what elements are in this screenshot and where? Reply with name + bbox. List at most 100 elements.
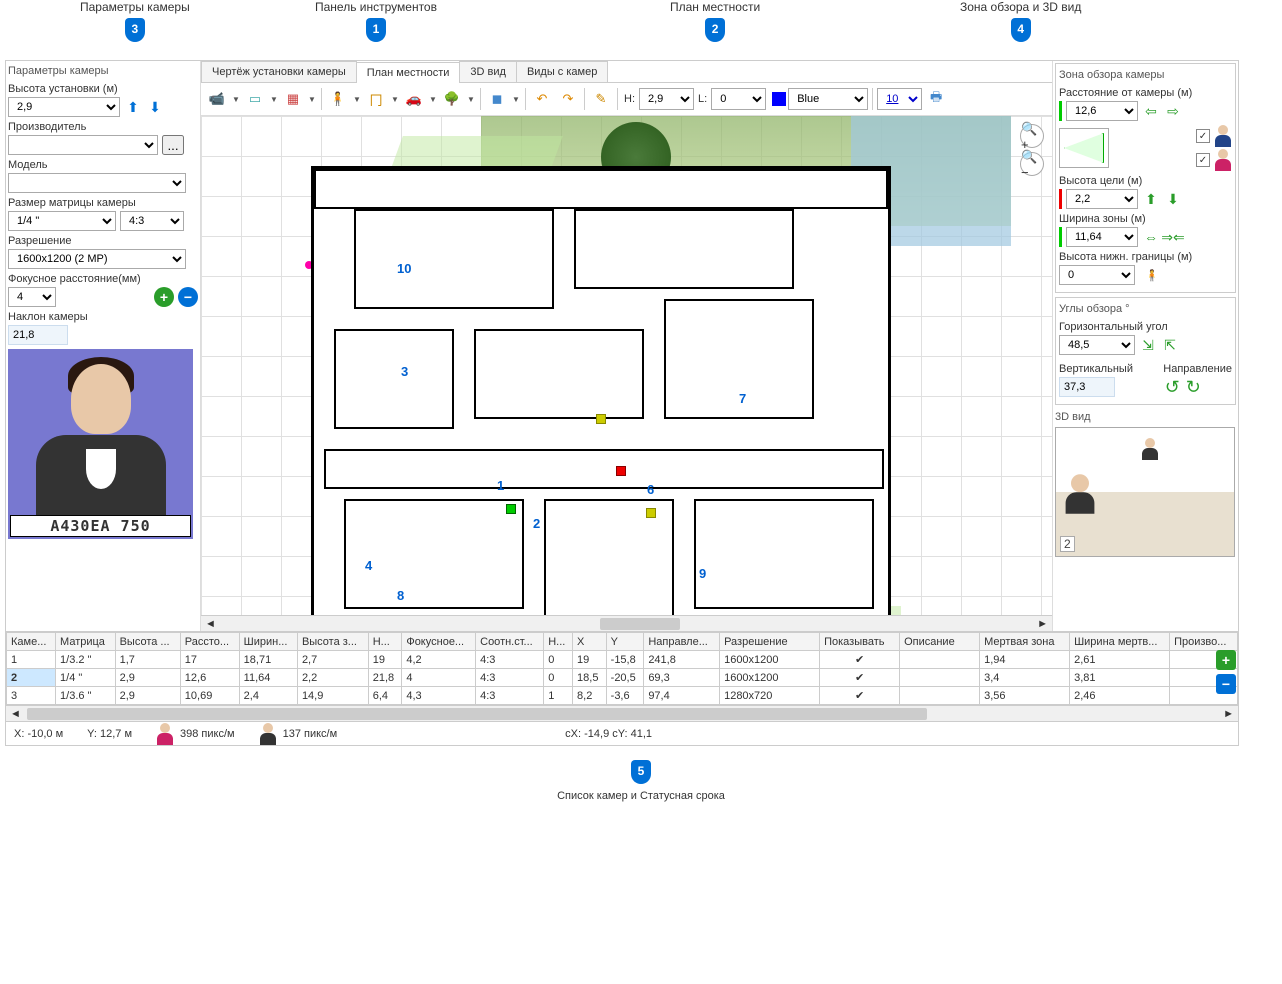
- manufacturer-select[interactable]: [8, 135, 158, 155]
- left-panel: Параметры камеры Высота установки (м) 2,…: [6, 61, 201, 631]
- center-panel: Чертёж установки камеры План местности 3…: [201, 61, 1052, 631]
- zoom-out-button[interactable]: 🔍−: [1020, 152, 1044, 176]
- bench-tool-icon[interactable]: ⼌: [364, 87, 388, 111]
- toolbar: 📹▼ ▭▼ ▦▼ 🧍▼ ⼌▼ 🚗▼ 🌳▼ ◼▼ ↶ ↷ ✎ H: 2,9 L: …: [201, 83, 1052, 116]
- wall-tool-icon[interactable]: ▦: [281, 87, 305, 111]
- lower-h-select[interactable]: 0: [1059, 265, 1135, 285]
- statusbar: X: -10,0 м Y: 12,7 м 398 пикс/м 137 пикс…: [6, 721, 1238, 745]
- table-remove-button[interactable]: −: [1216, 674, 1236, 694]
- annotation-5-badge: 5: [631, 760, 651, 784]
- table-row[interactable]: 11/3.2 "1,71718,712,7194,24:3019-15,8241…: [7, 651, 1238, 669]
- zone-title: Зона обзора камеры: [1059, 67, 1232, 83]
- focal-label: Фокусное расстояние(мм): [8, 273, 198, 285]
- horiz-shrink-button[interactable]: ⇱: [1161, 335, 1179, 355]
- toolbar-color-select[interactable]: Blue: [788, 88, 868, 110]
- focal-plus-button[interactable]: +: [154, 287, 174, 307]
- target-down-button[interactable]: ⬇: [1164, 189, 1182, 209]
- table-row[interactable]: 31/3.6 "2,910,692,414,96,44,34:318,2-3,6…: [7, 687, 1238, 705]
- view3d-person-icon: [1064, 474, 1096, 514]
- width-in-button[interactable]: ⇒⇐: [1164, 227, 1182, 247]
- height-down-button[interactable]: ⬇: [146, 97, 164, 117]
- table-add-button[interactable]: +: [1216, 650, 1236, 670]
- distance-select[interactable]: 12,6: [1066, 101, 1138, 121]
- view3d-preview[interactable]: 2: [1055, 427, 1235, 557]
- dir-label: Направление: [1163, 363, 1232, 375]
- status-cxy: cX: -14,9 cY: 41,1: [565, 728, 652, 740]
- view3d-person2-icon: [1141, 438, 1159, 460]
- tab-drawing[interactable]: Чертёж установки камеры: [201, 61, 357, 82]
- status-y: Y: 12,7 м: [87, 728, 132, 740]
- right-panel: Зона обзора камеры Расстояние от камеры …: [1052, 61, 1238, 631]
- resolution-select[interactable]: 1600x1200 (2 MP): [8, 249, 186, 269]
- app-window: Параметры камеры Высота установки (м) 2,…: [5, 60, 1239, 746]
- top-annotations: Параметры камеры 3 Панель инструментов 1…: [0, 0, 1282, 60]
- params-title: Параметры камеры: [8, 63, 198, 79]
- person1-checkbox[interactable]: ✓: [1196, 129, 1210, 143]
- camera-preview: А430ЕА 750: [8, 349, 193, 539]
- canvas-h-scrollbar[interactable]: ◄ ►: [201, 615, 1052, 631]
- zoom-in-button[interactable]: 🔍+: [1020, 124, 1044, 148]
- tilt-label: Наклон камеры: [8, 311, 198, 323]
- horiz-expand-button[interactable]: ⇲: [1139, 335, 1157, 355]
- rotate-cw-button[interactable]: ↻: [1184, 377, 1202, 397]
- annotation-1-badge: 1: [366, 18, 386, 42]
- tab-siteplan[interactable]: План местности: [356, 62, 461, 83]
- print-tool-icon[interactable]: 🖶: [924, 87, 948, 111]
- tab-3dview[interactable]: 3D вид: [459, 61, 517, 82]
- view-tabs: Чертёж установки камеры План местности 3…: [201, 61, 1052, 83]
- person-male-icon: [1214, 125, 1232, 147]
- manufacturer-browse-button[interactable]: ...: [162, 135, 184, 155]
- width-out-button[interactable]: ⇔: [1142, 227, 1160, 247]
- model-label: Модель: [8, 159, 198, 171]
- vert-label: Вертикальный: [1059, 363, 1159, 375]
- focal-select[interactable]: 4: [8, 287, 56, 307]
- car-tool-icon[interactable]: 🚗: [402, 87, 426, 111]
- toolbar-h-select[interactable]: 2,9: [639, 88, 694, 110]
- rect-tool-icon[interactable]: ▭: [243, 87, 267, 111]
- toolbar-h-label: H:: [622, 93, 637, 105]
- tab-cameraviews[interactable]: Виды с камер: [516, 61, 608, 82]
- model-select[interactable]: [8, 173, 186, 193]
- height-select[interactable]: 2,9: [8, 97, 120, 117]
- distance-left-button[interactable]: ⇦: [1142, 101, 1160, 121]
- resolution-label: Разрешение: [8, 235, 198, 247]
- target-h-label: Высота цели (м): [1059, 175, 1232, 187]
- zone-diagram-icon: [1059, 128, 1109, 168]
- person-female-icon: [1214, 149, 1232, 171]
- status-pix2: 137 пикс/м: [259, 723, 338, 745]
- tree-tool-icon[interactable]: 🌳: [440, 87, 464, 111]
- toolbar-l-select[interactable]: 0: [711, 88, 766, 110]
- table-row[interactable]: 21/4 "2,912,611,642,221,844:3018,5-20,56…: [7, 669, 1238, 687]
- sensor-select[interactable]: 1/4 ": [8, 211, 116, 231]
- table-header-row[interactable]: Каме...МатрицаВысота ...Рассто... Ширин.…: [7, 633, 1238, 651]
- brush-tool-icon[interactable]: ✎: [589, 87, 613, 111]
- camera-tool-icon[interactable]: 📹: [205, 87, 229, 111]
- toolbar-l-label: L:: [696, 93, 709, 105]
- horiz-select[interactable]: 48,5: [1059, 335, 1135, 355]
- annotation-4-label: Зона обзора и 3D вид: [960, 0, 1081, 14]
- person-tool-icon[interactable]: 🧍: [326, 87, 350, 111]
- floorplan-canvas[interactable]: 10 3 7 1 6 2 4 8 9 5 🔍+ 🔍−: [201, 116, 1052, 615]
- undo-icon[interactable]: ↶: [530, 87, 554, 111]
- rotate-ccw-button[interactable]: ↺: [1163, 377, 1181, 397]
- camera-tool-dropdown[interactable]: ▼: [231, 95, 241, 104]
- status-person2-icon: [259, 723, 277, 745]
- table-h-scrollbar[interactable]: ◄ ►: [6, 705, 1238, 721]
- box-tool-icon[interactable]: ◼: [485, 87, 509, 111]
- target-h-select[interactable]: 2,2: [1066, 189, 1138, 209]
- width-select[interactable]: 11,64: [1066, 227, 1138, 247]
- tilt-value: [8, 325, 68, 345]
- target-up-button[interactable]: ⬆: [1142, 189, 1160, 209]
- license-plate: А430ЕА 750: [10, 515, 191, 537]
- redo-icon[interactable]: ↷: [556, 87, 580, 111]
- height-up-button[interactable]: ⬆: [124, 97, 142, 117]
- focal-minus-button[interactable]: −: [178, 287, 198, 307]
- status-person1-icon: [156, 723, 174, 745]
- toolbar-num-select[interactable]: 10: [877, 88, 922, 110]
- annotation-5-label: Список камер и Статусная срока: [0, 790, 1282, 802]
- horiz-label: Горизонтальный угол: [1059, 321, 1232, 333]
- status-x: X: -10,0 м: [14, 728, 63, 740]
- distance-right-button[interactable]: ⇨: [1164, 101, 1182, 121]
- aspect-select[interactable]: 4:3: [120, 211, 184, 231]
- person2-checkbox[interactable]: ✓: [1196, 153, 1210, 167]
